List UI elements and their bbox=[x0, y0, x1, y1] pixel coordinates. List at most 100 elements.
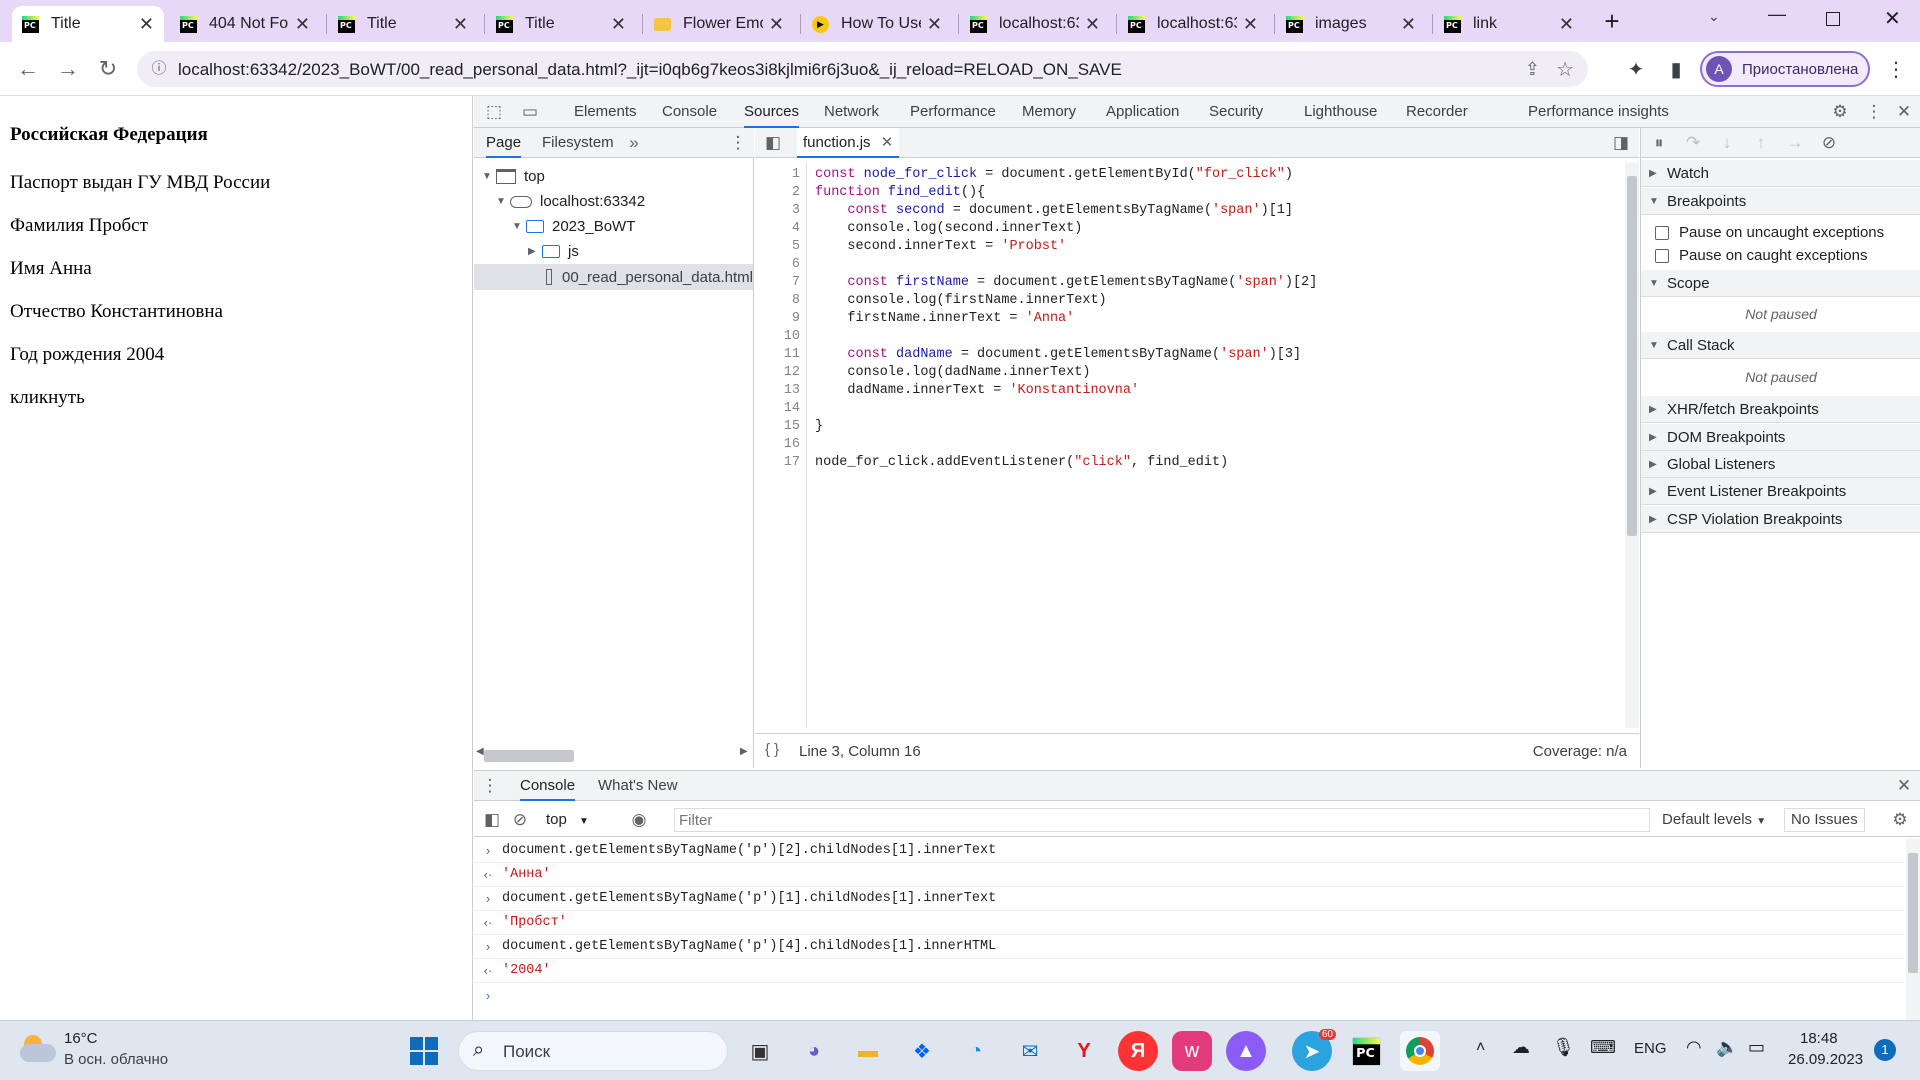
tab-6[interactable]: localhost:63342 ✕ bbox=[960, 6, 1110, 42]
extensions-icon[interactable]: ✦ bbox=[1622, 55, 1650, 83]
tree-top[interactable]: ▼ top bbox=[482, 168, 545, 185]
drawer-tab-console[interactable]: Console bbox=[520, 771, 576, 801]
keyboard-icon[interactable]: ⌨ bbox=[1590, 1037, 1616, 1058]
window-close-icon[interactable]: ✕ bbox=[1884, 6, 1901, 31]
profile-button[interactable]: A Приостановлена bbox=[1700, 51, 1870, 87]
close-icon[interactable]: ✕ bbox=[295, 14, 310, 35]
minimize-icon[interactable]: — bbox=[1768, 4, 1786, 25]
section-xhr[interactable]: ▶ XHR/fetch Breakpoints bbox=[1641, 396, 1920, 423]
mail-icon[interactable]: ✉ bbox=[1010, 1031, 1050, 1071]
wifi-icon[interactable]: ◠ bbox=[1686, 1037, 1702, 1058]
telegram-icon[interactable]: ➤ 60 bbox=[1292, 1029, 1336, 1071]
clock-time[interactable]: 18:48 bbox=[1800, 1030, 1838, 1047]
horizontal-scrollbar[interactable] bbox=[484, 750, 574, 762]
tab-network[interactable]: Network bbox=[824, 96, 879, 128]
tab-8[interactable]: images ✕ bbox=[1276, 6, 1426, 42]
console-input-row[interactable]: › document.getElementsByTagName('p')[1].c… bbox=[474, 887, 1904, 911]
close-icon[interactable]: ✕ bbox=[1243, 14, 1258, 35]
scroll-right-icon[interactable]: ▶ bbox=[740, 746, 748, 757]
levels-dropdown[interactable]: Default levels ▼ bbox=[1662, 811, 1766, 828]
file-explorer-icon[interactable]: ▬ bbox=[848, 1031, 888, 1071]
drawer-close-icon[interactable]: ✕ bbox=[1894, 776, 1914, 796]
pause-uncaught-checkbox[interactable]: Pause on uncaught exceptions bbox=[1655, 224, 1884, 241]
issues-button[interactable]: No Issues bbox=[1784, 808, 1865, 832]
sidebar-toggle-icon[interactable]: ◧ bbox=[482, 810, 502, 830]
language-indicator[interactable]: ENG bbox=[1634, 1040, 1667, 1057]
tree-host[interactable]: ▼ localhost:63342 bbox=[496, 193, 645, 210]
task-view-icon[interactable]: ▣ bbox=[740, 1031, 780, 1071]
clear-console-icon[interactable]: ⊘ bbox=[510, 810, 530, 830]
tab-4[interactable]: Flower Emoji ✕ bbox=[644, 6, 794, 42]
step-icon[interactable]: → bbox=[1785, 133, 1805, 153]
context-selector[interactable]: top ▼ bbox=[546, 811, 589, 828]
pause-icon[interactable]: ⏸ bbox=[1649, 133, 1669, 153]
clock-date[interactable]: 26.09.2023 bbox=[1788, 1051, 1863, 1068]
deactivate-breakpoints-icon[interactable]: ⊘ bbox=[1819, 133, 1839, 153]
tab-console[interactable]: Console bbox=[662, 96, 717, 128]
vertical-scrollbar[interactable] bbox=[1625, 162, 1639, 728]
section-call-stack[interactable]: ▼ Call Stack bbox=[1641, 332, 1920, 359]
back-icon[interactable]: ← bbox=[14, 55, 42, 83]
tab-performance-insights[interactable]: Performance insights bbox=[1528, 96, 1669, 128]
tab-page[interactable]: Page bbox=[486, 128, 522, 158]
pretty-print-icon[interactable]: { } bbox=[765, 741, 779, 758]
tab-elements[interactable]: Elements bbox=[574, 96, 637, 128]
scroll-left-icon[interactable]: ◀ bbox=[476, 746, 484, 757]
tab-3[interactable]: Title ✕ bbox=[486, 6, 636, 42]
section-csp[interactable]: ▶ CSP Violation Breakpoints bbox=[1641, 506, 1920, 533]
tree-subfolder[interactable]: ▶ js bbox=[528, 243, 579, 260]
close-icon[interactable]: ✕ bbox=[1401, 14, 1416, 35]
code-area[interactable]: const node_for_click = document.getEleme… bbox=[755, 162, 1625, 728]
edge-icon[interactable]: ◔ bbox=[956, 1031, 996, 1071]
tab-search-icon[interactable]: ⌄ bbox=[1708, 8, 1720, 25]
console-input-row[interactable]: › document.getElementsByTagName('p')[2].c… bbox=[474, 839, 1904, 863]
eye-icon[interactable]: ◉ bbox=[628, 810, 650, 830]
weather-cloud-icon[interactable] bbox=[20, 1035, 56, 1063]
settings-gear-icon[interactable]: ⚙ bbox=[1830, 102, 1850, 122]
console-prompt[interactable]: › bbox=[474, 983, 1904, 1007]
chrome-icon[interactable] bbox=[1400, 1031, 1440, 1071]
yandex-icon[interactable]: Я bbox=[1118, 1031, 1158, 1071]
chevron-double-right-icon[interactable]: » bbox=[624, 133, 644, 153]
menu-icon[interactable]: ⋮ bbox=[1882, 55, 1910, 83]
battery-icon[interactable]: ▭ bbox=[1748, 1037, 1765, 1058]
console-settings-gear-icon[interactable]: ⚙ bbox=[1890, 810, 1910, 830]
tab-performance[interactable]: Performance bbox=[910, 96, 996, 128]
tab-7[interactable]: localhost:63342 ✕ bbox=[1118, 6, 1268, 42]
tab-lighthouse[interactable]: Lighthouse bbox=[1304, 96, 1377, 128]
step-out-icon[interactable]: ↑ bbox=[1751, 133, 1771, 153]
maximize-icon[interactable] bbox=[1826, 12, 1840, 26]
tab-sources[interactable]: Sources bbox=[744, 96, 800, 128]
close-icon[interactable]: ✕ bbox=[881, 134, 894, 151]
address-bar[interactable]: ⓘ localhost:63342/2023_BoWT/00_read_pers… bbox=[137, 51, 1588, 87]
side-panel-icon[interactable]: ▮ bbox=[1662, 55, 1690, 83]
weather-temp[interactable]: 16°C bbox=[64, 1030, 98, 1047]
toggle-debugger-icon[interactable]: ◨ bbox=[1611, 133, 1631, 153]
tab-security[interactable]: Security bbox=[1209, 96, 1263, 128]
console-filter-input[interactable] bbox=[674, 808, 1650, 832]
inspect-icon[interactable]: ⬚ bbox=[484, 102, 504, 122]
devtools-close-icon[interactable]: ✕ bbox=[1894, 102, 1914, 122]
step-into-icon[interactable]: ↓ bbox=[1717, 133, 1737, 153]
pycharm-icon[interactable] bbox=[1346, 1031, 1386, 1071]
close-icon[interactable]: ✕ bbox=[1559, 14, 1574, 35]
section-global[interactable]: ▶ Global Listeners bbox=[1641, 451, 1920, 478]
drawer-menu-icon[interactable]: ⋮ bbox=[480, 776, 500, 796]
url-text[interactable]: localhost:63342/2023_BoWT/00_read_person… bbox=[178, 60, 1122, 80]
close-icon[interactable]: ✕ bbox=[611, 14, 626, 35]
close-icon[interactable]: ✕ bbox=[927, 14, 942, 35]
yandex-browser-icon[interactable]: Y bbox=[1064, 1031, 1104, 1071]
section-watch[interactable]: ▶ Watch bbox=[1641, 160, 1920, 187]
toggle-navigator-icon[interactable]: ◧ bbox=[763, 133, 783, 153]
tab-application[interactable]: Application bbox=[1106, 96, 1179, 128]
click-link[interactable]: кликнуть bbox=[10, 387, 85, 409]
tab-1[interactable]: 404 Not Found ✕ bbox=[170, 6, 320, 42]
dropbox-icon[interactable]: ❖ bbox=[902, 1031, 942, 1071]
new-tab-button[interactable]: + bbox=[1598, 6, 1626, 36]
step-over-icon[interactable]: ↷ bbox=[1683, 133, 1703, 153]
taskbar-search[interactable]: ⌕ Поиск bbox=[458, 1031, 728, 1071]
tree-file[interactable]: 00_read_personal_data.html bbox=[474, 264, 753, 290]
tab-recorder[interactable]: Recorder bbox=[1406, 96, 1468, 128]
alice-icon[interactable]: ▲ bbox=[1226, 1031, 1266, 1071]
tray-expand-icon[interactable]: ˄ bbox=[1476, 1039, 1485, 1057]
